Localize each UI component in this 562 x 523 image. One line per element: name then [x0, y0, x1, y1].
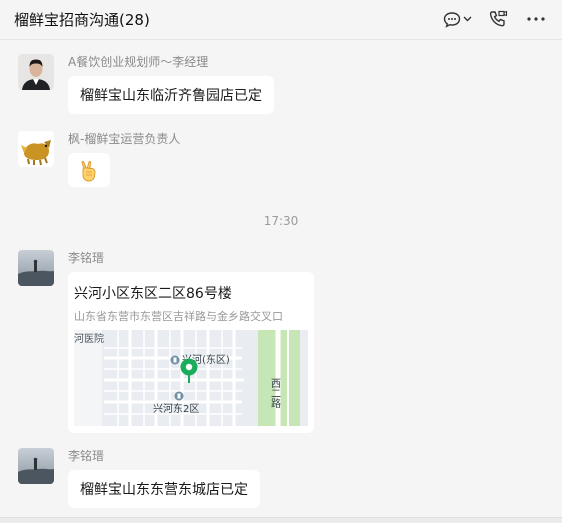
- avatar[interactable]: [18, 54, 54, 90]
- timestamp: 17:30: [263, 214, 299, 228]
- location-card[interactable]: 兴河小区东区二区86号楼 山东省东营市东营区吉祥路与金乡路交叉口 河医院 兴河(…: [68, 272, 314, 433]
- victory-hand-icon: [81, 161, 96, 182]
- input-area-edge: [0, 517, 562, 523]
- sender-name: 李铭瑨: [68, 251, 105, 265]
- sender-name: 李铭瑨: [68, 449, 105, 463]
- map-label-road: 西二路: [269, 378, 281, 409]
- chevron-down-icon[interactable]: [460, 8, 474, 30]
- avatar[interactable]: [18, 250, 54, 286]
- more-icon[interactable]: [524, 8, 548, 30]
- location-map[interactable]: 河医院 兴河(东区) 兴河东2区 西二路: [74, 330, 308, 426]
- sender-name: A餐饮创业规划师～李经理: [68, 55, 209, 69]
- phone-video-icon[interactable]: [486, 8, 510, 30]
- sender-name: 枫-榴鲜宝运营负责人: [68, 132, 181, 146]
- map-label-poi-second: 兴河东2区: [153, 402, 199, 415]
- emoji-bubble[interactable]: [68, 153, 110, 187]
- poi-icon: [174, 391, 184, 401]
- map-label-hospital: 河医院: [74, 332, 104, 345]
- message-bubble[interactable]: 榴鲜宝山东临沂齐鲁园店已定: [68, 76, 274, 114]
- avatar[interactable]: [18, 131, 54, 167]
- poi-icon: [170, 355, 180, 365]
- location-address: 山东省东营市东营区吉祥路与金乡路交叉口: [74, 310, 283, 323]
- message-bubble[interactable]: 榴鲜宝山东东营东城店已定: [68, 470, 260, 508]
- avatar[interactable]: [18, 448, 54, 484]
- chat-title: 榴鲜宝招商沟通(28): [14, 11, 150, 29]
- location-title: 兴河小区东区二区86号楼: [74, 286, 232, 302]
- chat-header: 榴鲜宝招商沟通(28): [0, 0, 562, 40]
